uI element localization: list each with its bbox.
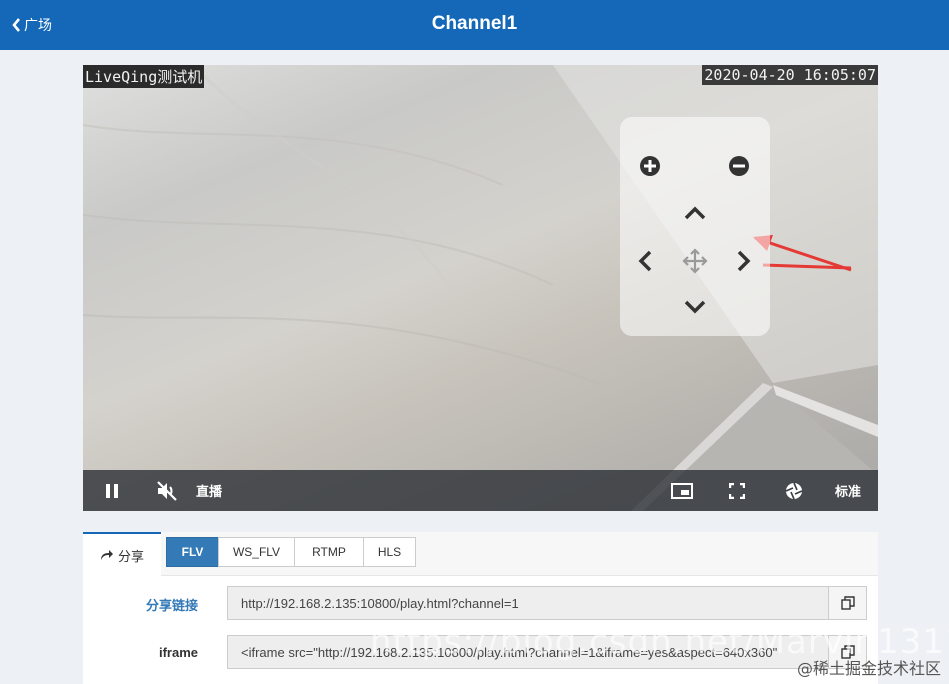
zoom-in-button[interactable]: [638, 154, 662, 178]
format-tab-flv[interactable]: FLV: [166, 537, 219, 567]
page-title: Channel1: [431, 13, 518, 34]
live-label: 直播: [195, 484, 222, 499]
juejin-watermark: @稀土掘金技术社区: [796, 659, 941, 678]
copy-icon: [840, 596, 855, 610]
quality-selector[interactable]: 标准: [831, 470, 865, 511]
player-control-bar: 直播 标准: [83, 470, 878, 511]
camera-aperture-icon: [785, 482, 803, 499]
ptz-center: [682, 248, 708, 274]
chevron-up-icon: [684, 206, 706, 220]
zoom-out-button[interactable]: [727, 154, 751, 178]
osd-device-name: LiveQing测试机: [83, 65, 205, 88]
iframe-label: iframe: [158, 645, 198, 660]
chevron-down-icon: [684, 300, 706, 314]
share-link-field[interactable]: http://192.168.2.135:10800/play.html?cha…: [227, 586, 829, 620]
snapshot-button[interactable]: [781, 470, 807, 511]
video-player[interactable]: LiveQing测试机 2020-04-20 16:05:07 直播 标准: [83, 65, 878, 511]
format-tab-ws-flv[interactable]: WS_FLV: [218, 537, 295, 567]
chevron-left-icon: [638, 250, 652, 272]
ptz-up-button[interactable]: [683, 203, 707, 223]
ptz-down-button[interactable]: [683, 297, 707, 317]
minus-circle-icon: [729, 156, 749, 176]
format-tab-hls[interactable]: HLS: [363, 537, 416, 567]
picture-in-picture-icon: [671, 482, 693, 499]
mute-button[interactable]: [154, 470, 180, 511]
chevron-right-icon: [737, 250, 751, 272]
pause-button[interactable]: [99, 470, 125, 511]
share-icon: [100, 550, 113, 560]
pause-icon: [106, 483, 118, 498]
format-tab-rtmp[interactable]: RTMP: [294, 537, 364, 567]
copy-link-button[interactable]: [828, 586, 867, 620]
top-bar: 广场 Channel1: [0, 0, 949, 50]
fullscreen-icon: [729, 482, 745, 499]
osd-timestamp: 2020-04-20 16:05:07: [702, 65, 878, 85]
ptz-right-button[interactable]: [735, 249, 753, 273]
tab-share-label: 分享: [117, 548, 144, 564]
tab-share[interactable]: 分享: [83, 532, 161, 576]
fullscreen-button[interactable]: [725, 470, 749, 511]
plus-circle-icon: [640, 156, 660, 176]
picture-in-picture-button[interactable]: [669, 470, 695, 511]
volume-muted-icon: [157, 480, 177, 501]
move-icon: [682, 248, 708, 274]
ptz-left-button[interactable]: [636, 249, 654, 273]
ptz-control-panel: [620, 117, 770, 336]
share-link-label: 分享链接: [145, 598, 198, 613]
